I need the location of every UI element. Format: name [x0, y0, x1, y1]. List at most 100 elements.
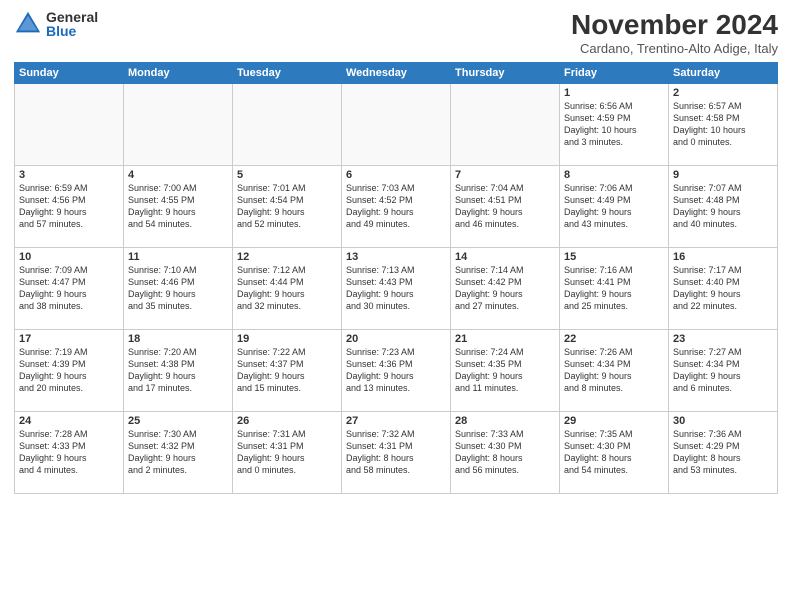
table-row: 15Sunrise: 7:16 AM Sunset: 4:41 PM Dayli… [560, 247, 669, 329]
logo-blue-text: Blue [46, 24, 98, 38]
day-details: Sunrise: 7:01 AM Sunset: 4:54 PM Dayligh… [237, 182, 337, 231]
table-row: 6Sunrise: 7:03 AM Sunset: 4:52 PM Daylig… [342, 165, 451, 247]
day-details: Sunrise: 7:16 AM Sunset: 4:41 PM Dayligh… [564, 264, 664, 313]
day-details: Sunrise: 7:10 AM Sunset: 4:46 PM Dayligh… [128, 264, 228, 313]
table-row [342, 83, 451, 165]
table-row: 26Sunrise: 7:31 AM Sunset: 4:31 PM Dayli… [233, 411, 342, 493]
table-row: 1Sunrise: 6:56 AM Sunset: 4:59 PM Daylig… [560, 83, 669, 165]
table-row: 30Sunrise: 7:36 AM Sunset: 4:29 PM Dayli… [669, 411, 778, 493]
day-details: Sunrise: 7:36 AM Sunset: 4:29 PM Dayligh… [673, 428, 773, 477]
day-number: 8 [564, 169, 664, 181]
day-details: Sunrise: 7:07 AM Sunset: 4:48 PM Dayligh… [673, 182, 773, 231]
table-row: 28Sunrise: 7:33 AM Sunset: 4:30 PM Dayli… [451, 411, 560, 493]
day-number: 9 [673, 169, 773, 181]
logo-text: General Blue [46, 10, 98, 38]
col-friday: Friday [560, 62, 669, 83]
day-details: Sunrise: 7:23 AM Sunset: 4:36 PM Dayligh… [346, 346, 446, 395]
day-details: Sunrise: 7:06 AM Sunset: 4:49 PM Dayligh… [564, 182, 664, 231]
day-number: 22 [564, 333, 664, 345]
day-details: Sunrise: 7:27 AM Sunset: 4:34 PM Dayligh… [673, 346, 773, 395]
table-row: 24Sunrise: 7:28 AM Sunset: 4:33 PM Dayli… [15, 411, 124, 493]
day-number: 25 [128, 415, 228, 427]
day-details: Sunrise: 7:00 AM Sunset: 4:55 PM Dayligh… [128, 182, 228, 231]
day-details: Sunrise: 7:13 AM Sunset: 4:43 PM Dayligh… [346, 264, 446, 313]
day-number: 21 [455, 333, 555, 345]
calendar-week-5: 24Sunrise: 7:28 AM Sunset: 4:33 PM Dayli… [15, 411, 778, 493]
table-row: 22Sunrise: 7:26 AM Sunset: 4:34 PM Dayli… [560, 329, 669, 411]
day-number: 10 [19, 251, 119, 263]
table-row: 21Sunrise: 7:24 AM Sunset: 4:35 PM Dayli… [451, 329, 560, 411]
day-details: Sunrise: 6:56 AM Sunset: 4:59 PM Dayligh… [564, 100, 664, 149]
table-row [451, 83, 560, 165]
day-number: 26 [237, 415, 337, 427]
month-year-title: November 2024 [571, 10, 778, 41]
table-row: 18Sunrise: 7:20 AM Sunset: 4:38 PM Dayli… [124, 329, 233, 411]
day-number: 7 [455, 169, 555, 181]
day-details: Sunrise: 7:04 AM Sunset: 4:51 PM Dayligh… [455, 182, 555, 231]
table-row: 27Sunrise: 7:32 AM Sunset: 4:31 PM Dayli… [342, 411, 451, 493]
table-row: 16Sunrise: 7:17 AM Sunset: 4:40 PM Dayli… [669, 247, 778, 329]
day-number: 13 [346, 251, 446, 263]
col-thursday: Thursday [451, 62, 560, 83]
col-saturday: Saturday [669, 62, 778, 83]
col-monday: Monday [124, 62, 233, 83]
table-row [124, 83, 233, 165]
day-details: Sunrise: 7:26 AM Sunset: 4:34 PM Dayligh… [564, 346, 664, 395]
day-details: Sunrise: 7:31 AM Sunset: 4:31 PM Dayligh… [237, 428, 337, 477]
day-number: 5 [237, 169, 337, 181]
col-wednesday: Wednesday [342, 62, 451, 83]
day-details: Sunrise: 7:32 AM Sunset: 4:31 PM Dayligh… [346, 428, 446, 477]
day-number: 18 [128, 333, 228, 345]
day-details: Sunrise: 7:30 AM Sunset: 4:32 PM Dayligh… [128, 428, 228, 477]
day-number: 20 [346, 333, 446, 345]
day-number: 30 [673, 415, 773, 427]
calendar-table: Sunday Monday Tuesday Wednesday Thursday… [14, 62, 778, 494]
table-row [15, 83, 124, 165]
day-details: Sunrise: 7:17 AM Sunset: 4:40 PM Dayligh… [673, 264, 773, 313]
logo-icon [14, 10, 42, 38]
col-tuesday: Tuesday [233, 62, 342, 83]
day-number: 29 [564, 415, 664, 427]
title-block: November 2024 Cardano, Trentino-Alto Adi… [571, 10, 778, 56]
table-row: 9Sunrise: 7:07 AM Sunset: 4:48 PM Daylig… [669, 165, 778, 247]
table-row: 12Sunrise: 7:12 AM Sunset: 4:44 PM Dayli… [233, 247, 342, 329]
day-number: 27 [346, 415, 446, 427]
day-details: Sunrise: 6:59 AM Sunset: 4:56 PM Dayligh… [19, 182, 119, 231]
day-details: Sunrise: 7:22 AM Sunset: 4:37 PM Dayligh… [237, 346, 337, 395]
logo-general-text: General [46, 10, 98, 24]
table-row: 17Sunrise: 7:19 AM Sunset: 4:39 PM Dayli… [15, 329, 124, 411]
table-row: 14Sunrise: 7:14 AM Sunset: 4:42 PM Dayli… [451, 247, 560, 329]
calendar-week-3: 10Sunrise: 7:09 AM Sunset: 4:47 PM Dayli… [15, 247, 778, 329]
table-row: 29Sunrise: 7:35 AM Sunset: 4:30 PM Dayli… [560, 411, 669, 493]
day-number: 12 [237, 251, 337, 263]
table-row: 3Sunrise: 6:59 AM Sunset: 4:56 PM Daylig… [15, 165, 124, 247]
table-row: 20Sunrise: 7:23 AM Sunset: 4:36 PM Dayli… [342, 329, 451, 411]
day-number: 3 [19, 169, 119, 181]
day-number: 2 [673, 87, 773, 99]
day-details: Sunrise: 7:35 AM Sunset: 4:30 PM Dayligh… [564, 428, 664, 477]
day-number: 28 [455, 415, 555, 427]
calendar-week-2: 3Sunrise: 6:59 AM Sunset: 4:56 PM Daylig… [15, 165, 778, 247]
table-row: 7Sunrise: 7:04 AM Sunset: 4:51 PM Daylig… [451, 165, 560, 247]
day-number: 6 [346, 169, 446, 181]
day-details: Sunrise: 7:24 AM Sunset: 4:35 PM Dayligh… [455, 346, 555, 395]
calendar-week-4: 17Sunrise: 7:19 AM Sunset: 4:39 PM Dayli… [15, 329, 778, 411]
day-details: Sunrise: 7:28 AM Sunset: 4:33 PM Dayligh… [19, 428, 119, 477]
calendar-week-1: 1Sunrise: 6:56 AM Sunset: 4:59 PM Daylig… [15, 83, 778, 165]
day-number: 23 [673, 333, 773, 345]
day-number: 11 [128, 251, 228, 263]
col-sunday: Sunday [15, 62, 124, 83]
table-row: 19Sunrise: 7:22 AM Sunset: 4:37 PM Dayli… [233, 329, 342, 411]
table-row: 5Sunrise: 7:01 AM Sunset: 4:54 PM Daylig… [233, 165, 342, 247]
calendar-header-row: Sunday Monday Tuesday Wednesday Thursday… [15, 62, 778, 83]
table-row: 10Sunrise: 7:09 AM Sunset: 4:47 PM Dayli… [15, 247, 124, 329]
day-details: Sunrise: 6:57 AM Sunset: 4:58 PM Dayligh… [673, 100, 773, 149]
table-row: 4Sunrise: 7:00 AM Sunset: 4:55 PM Daylig… [124, 165, 233, 247]
day-details: Sunrise: 7:19 AM Sunset: 4:39 PM Dayligh… [19, 346, 119, 395]
table-row: 8Sunrise: 7:06 AM Sunset: 4:49 PM Daylig… [560, 165, 669, 247]
day-number: 19 [237, 333, 337, 345]
day-number: 24 [19, 415, 119, 427]
day-number: 16 [673, 251, 773, 263]
day-details: Sunrise: 7:03 AM Sunset: 4:52 PM Dayligh… [346, 182, 446, 231]
table-row [233, 83, 342, 165]
